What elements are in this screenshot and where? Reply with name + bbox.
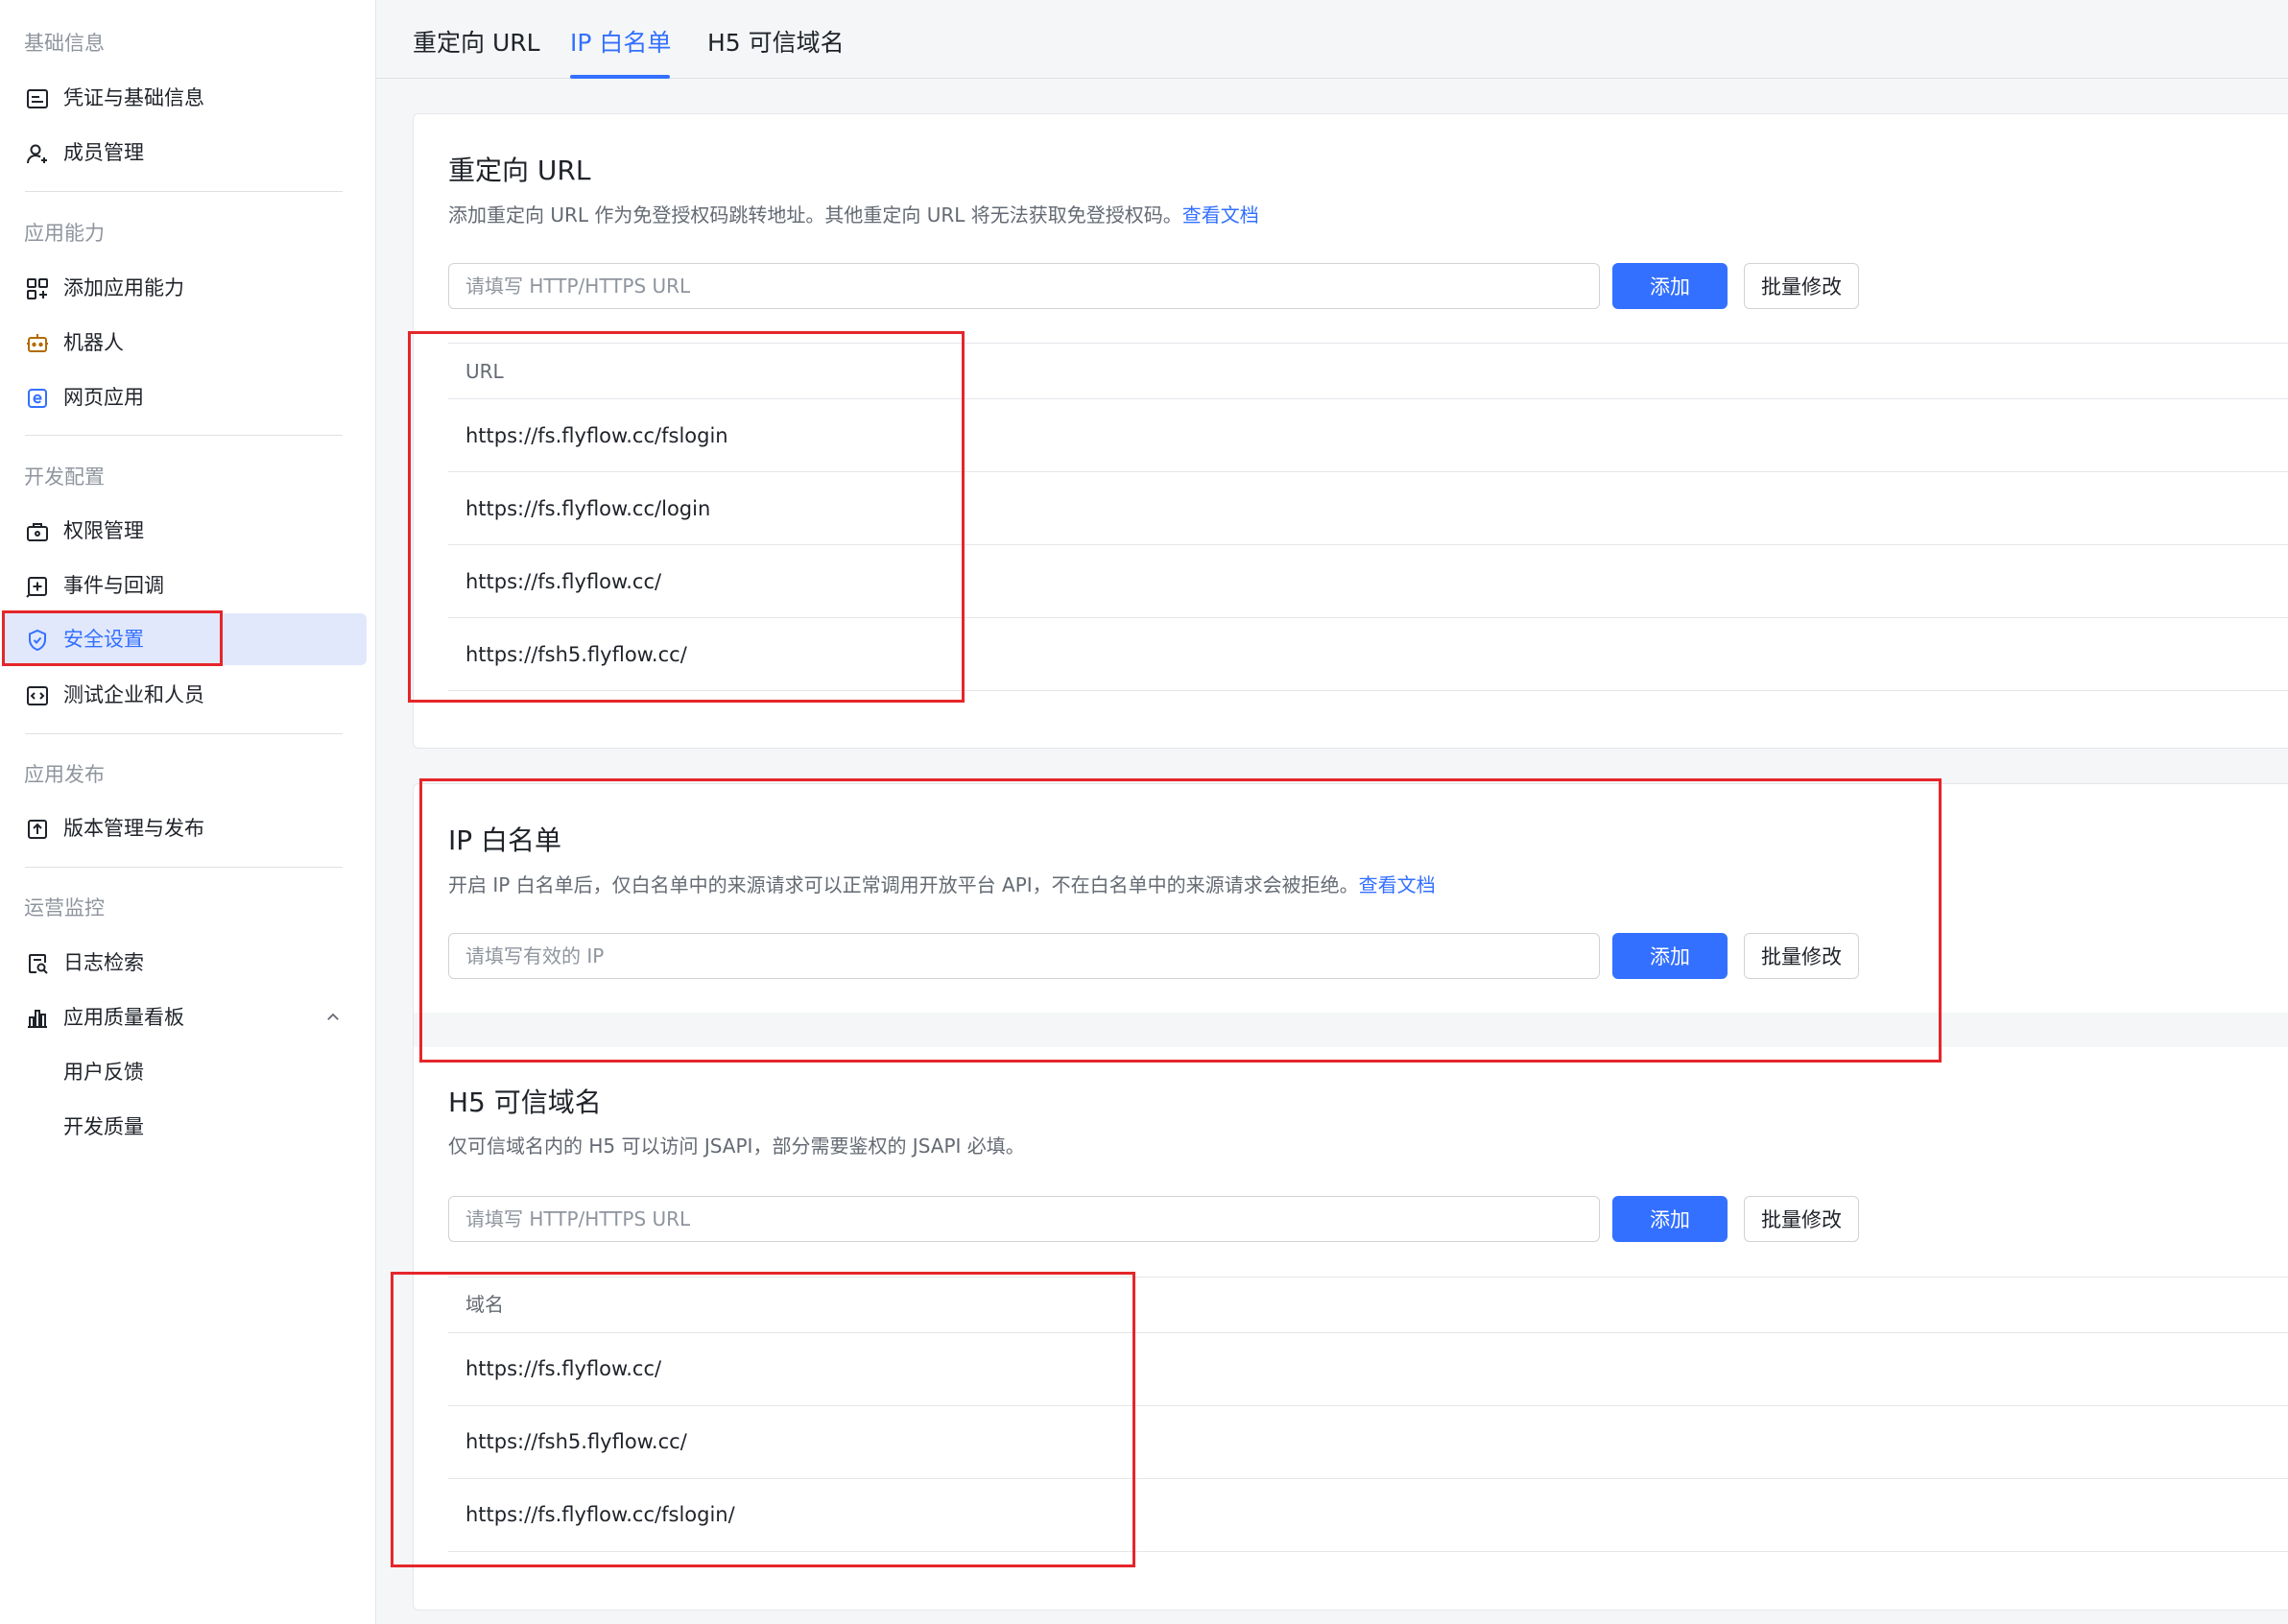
robot-icon: [25, 331, 50, 356]
sidebar-item-label: 添加应用能力: [63, 276, 184, 299]
tab-ip-whitelist[interactable]: IP 白名单: [570, 27, 671, 60]
batch-edit-h5-button[interactable]: 批量修改: [1744, 1196, 1859, 1242]
group-title-capabilities: 应用能力: [24, 222, 105, 245]
table-row: https://fsh5.flyflow.cc/: [465, 1430, 687, 1453]
sidebar-item-versions[interactable]: 版本管理与发布: [0, 802, 367, 854]
tab-redirect-url[interactable]: 重定向 URL: [413, 27, 540, 60]
table-row: https://fs.flyflow.cc/fslogin/: [465, 1503, 735, 1526]
table-divider: [448, 1405, 2288, 1406]
sidebar-item-label: 成员管理: [63, 141, 144, 164]
sidebar-item-web-app[interactable]: 网页应用: [0, 371, 367, 423]
sidebar-item-label: 网页应用: [63, 386, 144, 409]
member-icon: [25, 141, 50, 166]
table-divider: [448, 398, 2288, 399]
active-tab-indicator: [570, 75, 670, 79]
card-title: IP 白名单: [448, 824, 562, 856]
sidebar-item-log-search[interactable]: 日志检索: [0, 937, 367, 989]
table-header-url: URL: [465, 360, 504, 383]
table-divider: [448, 1478, 2288, 1479]
table-row: https://fs.flyflow.cc/: [465, 570, 662, 593]
card-title: H5 可信域名: [448, 1087, 602, 1118]
group-title-basic: 基础信息: [24, 32, 105, 55]
sidebar-item-credentials[interactable]: 凭证与基础信息: [0, 72, 367, 124]
table-row: https://fs.flyflow.cc/login: [465, 497, 711, 520]
card-description: 添加重定向 URL 作为免登授权码跳转地址。其他重定向 URL 将无法获取免登授…: [448, 201, 1259, 229]
test-icon: [25, 683, 50, 708]
description-text: 开启 IP 白名单后，仅白名单中的来源请求可以正常调用开放平台 API，不在白名…: [448, 873, 1359, 896]
sidebar-item-members[interactable]: 成员管理: [0, 127, 367, 179]
tab-h5-trusted-domain[interactable]: H5 可信域名: [707, 27, 845, 60]
credential-icon: [25, 86, 50, 111]
table-divider: [448, 1332, 2288, 1333]
sidebar-divider: [25, 435, 343, 436]
table-divider: [448, 1277, 2288, 1278]
chevron-up-icon[interactable]: [321, 1005, 346, 1030]
view-docs-link[interactable]: 查看文档: [1359, 873, 1436, 896]
event-icon: [25, 574, 50, 599]
view-docs-link[interactable]: 查看文档: [1182, 203, 1259, 227]
sidebar-item-label: 开发质量: [63, 1115, 144, 1138]
sidebar-item-add-capability[interactable]: 添加应用能力: [0, 262, 367, 314]
tab-bar: 重定向 URL IP 白名单 H5 可信域名: [376, 0, 2288, 79]
sidebar-item-security[interactable]: 安全设置: [4, 613, 367, 665]
card-description: 仅可信域名内的 H5 可以访问 JSAPI，部分需要鉴权的 JSAPI 必填。: [448, 1134, 1025, 1158]
table-divider: [448, 471, 2288, 472]
ip-and-h5-card: IP 白名单 开启 IP 白名单后，仅白名单中的来源请求可以正常调用开放平台 A…: [413, 783, 2288, 1611]
group-title-publish: 应用发布: [24, 763, 105, 786]
group-title-monitoring: 运营监控: [24, 896, 105, 919]
app-root: 基础信息 凭证与基础信息 成员管理 应用能力 添加应用能力 机器人 网页应用 开…: [0, 0, 2288, 1624]
card-description: 开启 IP 白名单后，仅白名单中的来源请求可以正常调用开放平台 API，不在白名…: [448, 871, 1436, 899]
sidebar: 基础信息 凭证与基础信息 成员管理 应用能力 添加应用能力 机器人 网页应用 开…: [0, 0, 376, 1624]
table-divider: [448, 544, 2288, 545]
sidebar-item-label: 权限管理: [63, 519, 144, 542]
table-divider: [448, 343, 2288, 344]
permission-icon: [25, 519, 50, 544]
sidebar-item-user-feedback[interactable]: 用户反馈: [0, 1046, 367, 1098]
shield-icon: [25, 628, 50, 653]
section-separator: [414, 1013, 2288, 1047]
sidebar-divider: [25, 867, 343, 868]
sidebar-item-label: 凭证与基础信息: [63, 86, 204, 109]
add-ip-button[interactable]: 添加: [1612, 933, 1728, 979]
sidebar-item-label: 版本管理与发布: [63, 817, 204, 840]
chart-icon: [25, 1006, 50, 1031]
card-title: 重定向 URL: [448, 155, 591, 186]
batch-edit-ip-button[interactable]: 批量修改: [1744, 933, 1859, 979]
sidebar-item-label: 机器人: [63, 331, 124, 354]
h5-domain-input[interactable]: [448, 1196, 1600, 1242]
sidebar-item-label: 日志检索: [63, 951, 144, 974]
sidebar-item-robot[interactable]: 机器人: [0, 317, 367, 369]
group-title-dev-config: 开发配置: [24, 466, 105, 489]
sidebar-divider: [25, 733, 343, 734]
description-text: 添加重定向 URL 作为免登授权码跳转地址。其他重定向 URL 将无法获取免登授…: [448, 203, 1182, 227]
sidebar-item-label: 测试企业和人员: [63, 683, 204, 706]
add-h5-domain-button[interactable]: 添加: [1612, 1196, 1728, 1242]
table-divider: [448, 690, 2288, 691]
sidebar-item-label: 事件与回调: [63, 574, 164, 597]
table-divider: [448, 617, 2288, 618]
sidebar-item-label: 用户反馈: [63, 1061, 144, 1084]
sidebar-item-label: 应用质量看板: [63, 1006, 184, 1029]
table-row: https://fsh5.flyflow.cc/: [465, 643, 687, 666]
table-row: https://fs.flyflow.cc/: [465, 1357, 662, 1380]
table-header-domain: 域名: [465, 1293, 504, 1316]
redirect-url-card: 重定向 URL 添加重定向 URL 作为免登授权码跳转地址。其他重定向 URL …: [413, 113, 2288, 749]
sidebar-item-test-tenant[interactable]: 测试企业和人员: [0, 669, 367, 721]
sidebar-item-dev-quality[interactable]: 开发质量: [0, 1101, 367, 1153]
table-divider: [448, 1551, 2288, 1552]
sidebar-item-events[interactable]: 事件与回调: [0, 560, 367, 611]
table-row: https://fs.flyflow.cc/fslogin: [465, 424, 728, 447]
ip-input[interactable]: [448, 933, 1600, 979]
sidebar-item-permissions[interactable]: 权限管理: [0, 505, 367, 557]
web-app-icon: [25, 386, 50, 411]
redirect-url-input[interactable]: [448, 263, 1600, 309]
publish-icon: [25, 817, 50, 842]
log-search-icon: [25, 951, 50, 976]
batch-edit-redirect-button[interactable]: 批量修改: [1744, 263, 1859, 309]
sidebar-divider: [25, 191, 343, 192]
add-redirect-url-button[interactable]: 添加: [1612, 263, 1728, 309]
sidebar-item-label: 安全设置: [63, 628, 144, 651]
sidebar-item-quality-dashboard[interactable]: 应用质量看板: [0, 991, 367, 1043]
add-capability-icon: [25, 276, 50, 301]
